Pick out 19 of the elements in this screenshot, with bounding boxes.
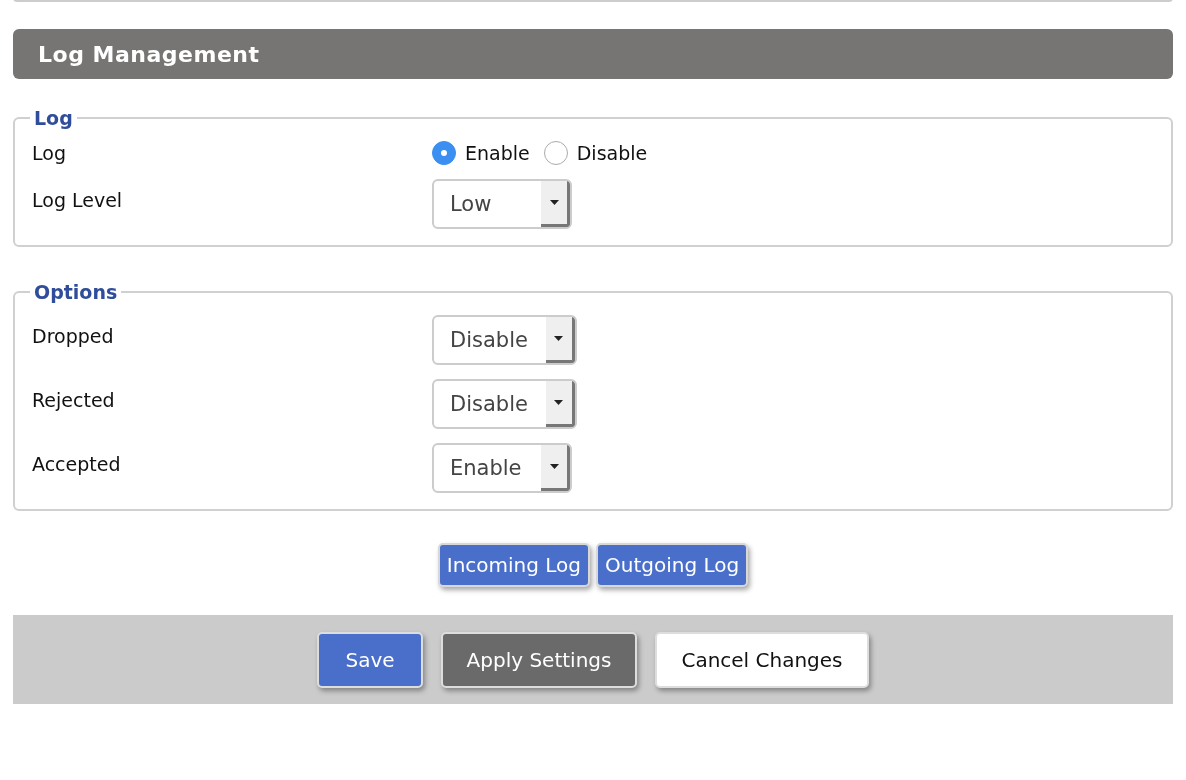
log-button[interactable]: Incoming Log [437, 543, 591, 587]
dropdown[interactable]: Enable [432, 443, 572, 493]
field-label: Dropped [32, 324, 115, 347]
field-label: Log [32, 142, 67, 164]
dropdown[interactable]: Low [432, 179, 572, 229]
radio-label[interactable]: Disable [576, 142, 648, 164]
field-label: Rejected [32, 388, 116, 411]
log-button[interactable]: Outgoing Log [596, 543, 749, 587]
action-button[interactable]: Apply Settings [440, 631, 638, 688]
section-title: Log Management [38, 41, 260, 67]
field-label: Log Level [32, 188, 124, 211]
field-label: Accepted [32, 452, 122, 475]
action-button[interactable]: Cancel Changes [655, 631, 869, 688]
fieldset-legend: Log [30, 107, 77, 129]
radio-label[interactable]: Enable [465, 142, 530, 164]
fieldset-legend: Options [30, 281, 122, 303]
dropdown[interactable]: Disable [432, 379, 577, 429]
dropdown[interactable]: Disable [432, 315, 577, 365]
action-button[interactable]: Save [317, 631, 423, 688]
